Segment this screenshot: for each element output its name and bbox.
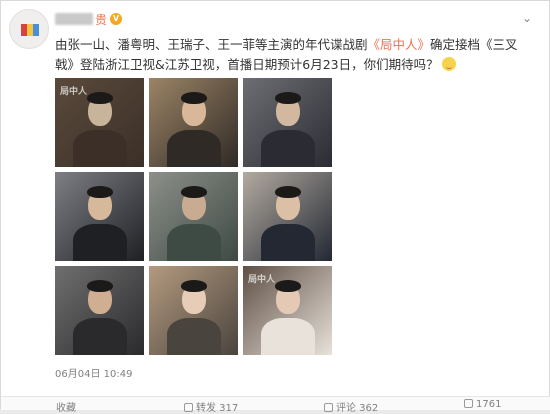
action-bar: 收藏 转发 317 评论 362 1761 — [1, 396, 550, 414]
post-text: 由张一山、潘粤明、王瑞子、王一菲等主演的年代谍战剧《局中人》确定接档《三叉戟》登… — [55, 35, 535, 75]
like-button[interactable]: 1761 — [464, 399, 501, 410]
poster-title-text: 局中人 — [60, 87, 88, 97]
chevron-down-icon[interactable]: ⌄ — [519, 12, 535, 24]
weibo-post-card: 贵 V ⌄ 由张一山、潘粤明、王瑞子、王一菲等主演的年代谍战剧《局中人》确定接档… — [0, 0, 550, 414]
photo-thumbnail[interactable] — [149, 172, 238, 261]
repost-icon — [184, 403, 193, 412]
photo-thumbnail[interactable]: 局中人 — [55, 78, 144, 167]
photo-thumbnail[interactable] — [55, 172, 144, 261]
verified-badge-icon: V — [110, 13, 123, 25]
photo-thumbnail[interactable] — [149, 78, 238, 167]
photo-thumbnail[interactable] — [243, 78, 332, 167]
username-suffix: 贵 — [95, 12, 108, 27]
smiling-face-emoji-icon — [441, 57, 456, 71]
photo-thumbnail[interactable] — [55, 266, 144, 355]
comment-icon — [324, 403, 333, 412]
poster-title-text: 局中人 — [248, 275, 276, 285]
username-redacted — [55, 13, 93, 25]
username[interactable]: 贵 V — [55, 11, 123, 27]
photo-thumbnail[interactable] — [243, 172, 332, 261]
avatar[interactable] — [9, 9, 49, 49]
comment-button[interactable]: 评论 362 — [324, 399, 378, 414]
post-timestamp[interactable]: 06月04日 10:49 — [55, 365, 132, 380]
drama-title-link[interactable]: 《局中人》 — [368, 37, 431, 52]
photo-thumbnail[interactable]: 局中人 — [243, 266, 332, 355]
repost-button[interactable]: 转发 317 — [184, 399, 238, 414]
avatar-logo-icon — [21, 24, 39, 36]
favorite-button[interactable]: 收藏 — [56, 399, 76, 414]
thumbs-up-icon — [464, 399, 473, 408]
photo-thumbnail[interactable] — [149, 266, 238, 355]
post-text-part-1: 由张一山、潘粤明、王瑞子、王一菲等主演的年代谍战剧 — [55, 37, 368, 52]
